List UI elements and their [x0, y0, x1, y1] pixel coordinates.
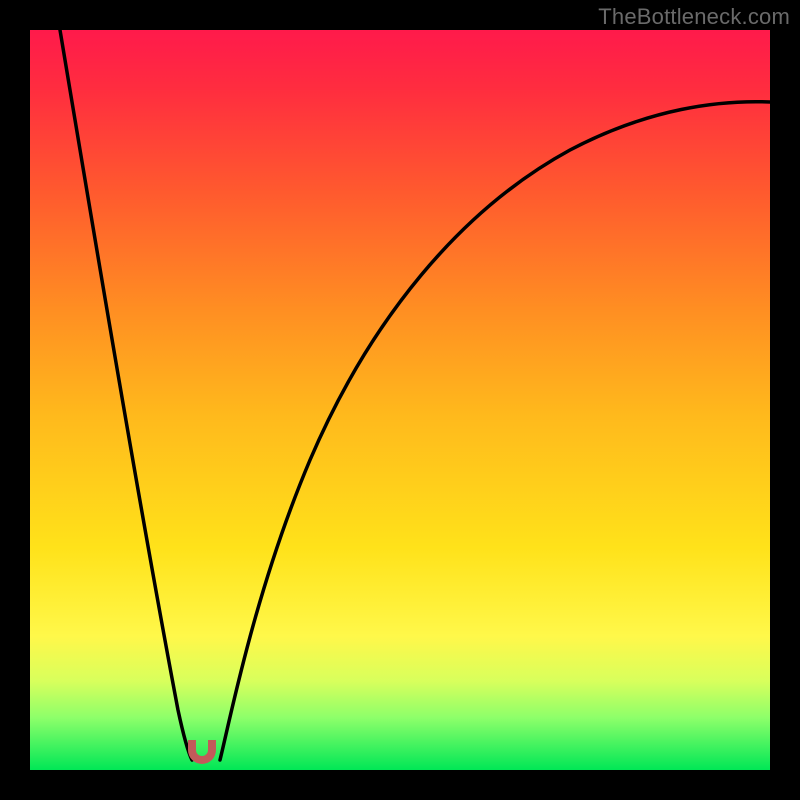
- chart-frame: TheBottleneck.com: [0, 0, 800, 800]
- bottleneck-curve: [30, 30, 770, 770]
- curve-left-branch: [60, 30, 192, 760]
- watermark-text: TheBottleneck.com: [598, 4, 790, 30]
- plot-area: [30, 30, 770, 770]
- curve-right-branch: [220, 102, 770, 760]
